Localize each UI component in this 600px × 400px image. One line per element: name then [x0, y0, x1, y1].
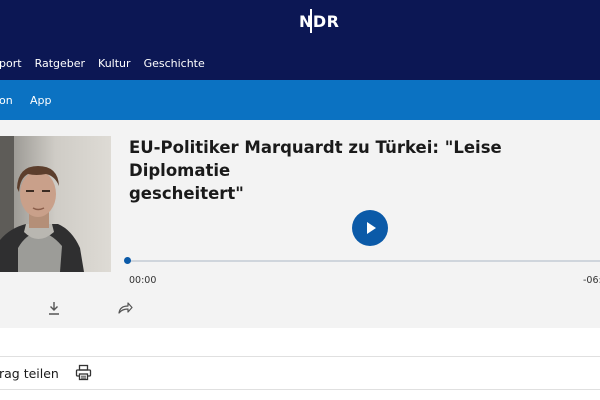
nav-item-kultur[interactable]: Kultur: [98, 57, 131, 73]
download-icon: [49, 302, 59, 315]
ndr-logo[interactable]: NDR: [299, 8, 340, 34]
nav-item-ratgeber[interactable]: Ratgeber: [35, 57, 85, 73]
progress-track[interactable]: [127, 260, 600, 262]
site-header: NDR port Ratgeber Kultur Geschichte: [0, 0, 600, 80]
logo-text: NDR: [299, 11, 340, 31]
share-button[interactable]: [117, 300, 133, 316]
portrait-illustration: [0, 136, 111, 272]
subnav-item-app[interactable]: App: [30, 94, 52, 107]
episode-title-line2: gescheitert": [129, 184, 244, 203]
play-button[interactable]: [352, 210, 388, 246]
current-time: 00:00: [129, 275, 157, 286]
nav-item-geschichte[interactable]: Geschichte: [144, 57, 205, 73]
subnav-item-partial[interactable]: on: [0, 94, 13, 107]
download-button[interactable]: [47, 300, 61, 316]
episode-title-line1: EU-Politiker Marquardt zu Türkei: "Leise…: [129, 138, 502, 180]
share-article-link[interactable]: rag teilen: [0, 366, 59, 381]
share-arrow-icon: [118, 302, 133, 314]
sub-nav: on App: [0, 80, 600, 120]
logo-divider: [310, 9, 312, 33]
portrait-photo: [0, 136, 111, 272]
play-icon: [367, 222, 376, 234]
main-nav: port Ratgeber Kultur Geschichte: [0, 57, 205, 73]
remaining-time: -06:: [583, 275, 600, 286]
print-button[interactable]: [75, 364, 92, 381]
progress-handle[interactable]: [124, 257, 131, 264]
episode-title: EU-Politiker Marquardt zu Türkei: "Leise…: [129, 136, 599, 205]
nav-item-sport[interactable]: port: [0, 57, 22, 73]
printer-icon: [75, 364, 92, 381]
share-bar: rag teilen: [0, 356, 600, 390]
